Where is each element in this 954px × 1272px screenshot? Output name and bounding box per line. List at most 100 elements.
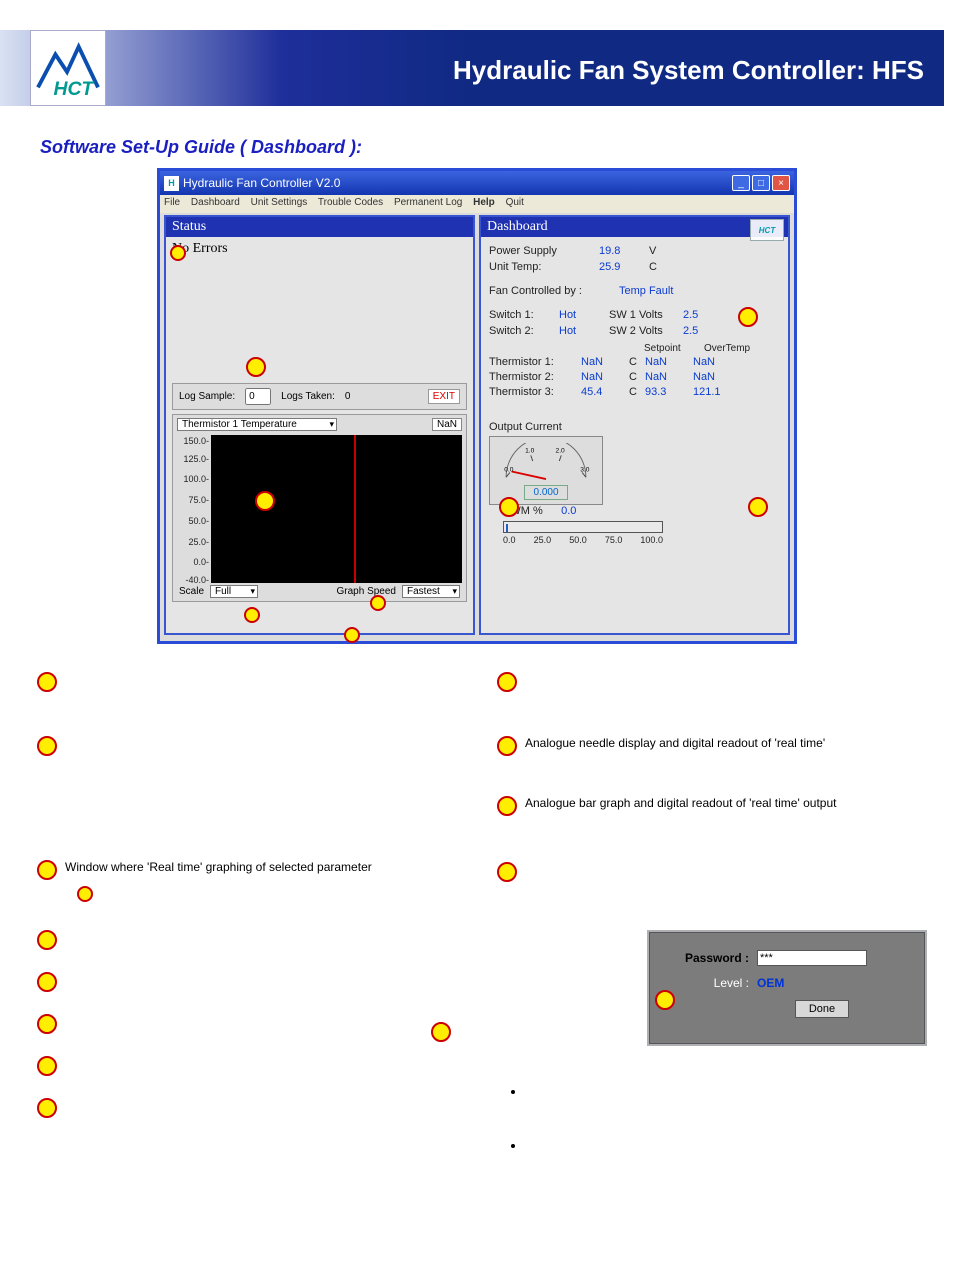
power-supply-value: 19.8 [599,245,649,257]
marker-icon [499,497,519,517]
unit-temp-unit: C [649,261,663,273]
marker-icon [497,862,517,882]
marker-icon [244,607,260,623]
svg-text:0.0: 0.0 [504,467,514,474]
pwm-bar [503,521,663,533]
notes-list [495,1084,895,1152]
svg-text:3.0: 3.0 [580,467,590,474]
annotation-stage: Window where 'Real time' graphing of sel… [17,672,937,1172]
log-toolbar: Log Sample: Logs Taken: 0 EXIT [172,383,467,410]
marker-icon [370,595,386,611]
y-tick: -40.0- [185,575,209,585]
therm-setpoint: NaN [645,371,693,386]
log-sample-input[interactable] [245,388,271,405]
password-label: Password : [665,951,749,965]
speed-label: Graph Speed [337,586,397,597]
therm-overtemp: NaN [693,356,741,371]
fan-controlled-by-label: Fan Controlled by : [489,285,619,297]
fan-controlled-by-value: Temp Fault [619,285,673,297]
sw1-volts-label: SW 1 Volts [609,309,683,321]
marker-icon [655,990,675,1010]
scale-label: Scale [179,586,204,597]
minimize-button[interactable]: _ [732,175,750,191]
scale-select[interactable]: Full [210,585,258,598]
sw1-label: Switch 1: [489,309,559,321]
marker-icon [37,1056,57,1076]
marker-icon [37,736,57,756]
titlebar: H Hydraulic Fan Controller V2.0 _ □ × [160,171,794,195]
maximize-button[interactable]: □ [752,175,770,191]
power-supply-label: Power Supply [489,245,599,257]
therm-setpoint: NaN [645,356,693,371]
marker-icon [246,357,266,377]
page-title: Hydraulic Fan System Controller: HFS [453,55,924,86]
list-item [525,1084,895,1098]
menubar: File Dashboard Unit Settings Trouble Cod… [160,195,794,213]
callout-graphing-window: Window where 'Real time' graphing of sel… [37,860,372,880]
marker-icon [748,497,768,517]
y-axis: 150.0-125.0-100.0-75.0-50.0-25.0-0.0--40… [177,435,211,583]
sw2-volts-value: 2.5 [683,325,733,337]
dashboard-panel: Dashboard HCT Power Supply19.8V Unit Tem… [479,215,790,635]
unit-temp-value: 25.9 [599,261,649,273]
nan-button[interactable]: NaN [432,418,462,431]
therm-setpoint: 93.3 [645,386,693,401]
marker-icon [738,307,758,327]
marker-icon [344,627,360,643]
gauge-readout: 0.000 [524,485,568,500]
logs-taken-label: Logs Taken: [281,391,335,402]
unit-temp-label: Unit Temp: [489,261,599,273]
page-header: HCT Hydraulic Fan System Controller: HFS [0,0,954,115]
therm-label: Thermistor 2: [489,371,581,386]
menu-trouble-codes[interactable]: Trouble Codes [318,197,383,208]
menu-quit[interactable]: Quit [506,197,524,208]
therm-unit: C [629,371,645,386]
sw2-volts-label: SW 2 Volts [609,325,683,337]
plot-cursor-line [354,435,356,583]
menu-dashboard[interactable]: Dashboard [191,197,240,208]
svg-text:1.0: 1.0 [525,448,535,455]
callout-bar-graph: Analogue bar graph and digital readout o… [497,796,836,816]
overtemp-header: OverTemp [704,343,764,354]
therm-value: NaN [581,356,629,371]
y-tick: 50.0- [188,516,209,526]
menu-unit-settings[interactable]: Unit Settings [251,197,308,208]
marker-icon [37,1098,57,1118]
thermistor-row: Thermistor 1:NaNCNaNNaN [489,356,780,371]
callout-needle-display: Analogue needle display and digital read… [497,736,825,756]
y-tick: 150.0- [183,436,209,446]
y-tick: 0.0- [193,557,209,567]
marker-icon [37,1014,57,1034]
marker-icon [37,672,57,692]
level-value: OEM [757,976,784,990]
menu-help[interactable]: Help [473,197,495,208]
thermistor-row: Thermistor 3:45.4C93.3121.1 [489,386,780,401]
sw1-value: Hot [559,309,609,321]
menu-permanent-log[interactable]: Permanent Log [394,197,462,208]
realtime-plot: 150.0-125.0-100.0-75.0-50.0-25.0-0.0--40… [177,435,462,583]
app-icon: H [164,176,179,191]
marker-icon [170,245,186,261]
y-tick: 100.0- [183,474,209,484]
sw1-volts-value: 2.5 [683,309,733,321]
power-supply-unit: V [649,245,663,257]
marker-icon [497,736,517,756]
status-panel: Status No Errors Log Sample: Logs Taken:… [164,215,475,635]
marker-icon [497,672,517,692]
close-button[interactable]: × [772,175,790,191]
sw2-label: Switch 2: [489,325,559,337]
speed-select[interactable]: Fastest [402,585,460,598]
password-input[interactable] [757,950,867,966]
password-dialog: Password : Level : OEM Done [647,930,927,1046]
list-item [525,1138,895,1152]
window-title: Hydraulic Fan Controller V2.0 [183,176,340,190]
therm-overtemp: 121.1 [693,386,741,401]
therm-label: Thermistor 3: [489,386,581,401]
exit-button[interactable]: EXIT [428,389,460,404]
y-tick: 25.0- [188,537,209,547]
channel-select[interactable]: Thermistor 1 Temperature [177,418,337,431]
menu-file[interactable]: File [164,197,180,208]
y-tick: 75.0- [188,495,209,505]
therm-value: 45.4 [581,386,629,401]
done-button[interactable]: Done [795,1000,849,1018]
